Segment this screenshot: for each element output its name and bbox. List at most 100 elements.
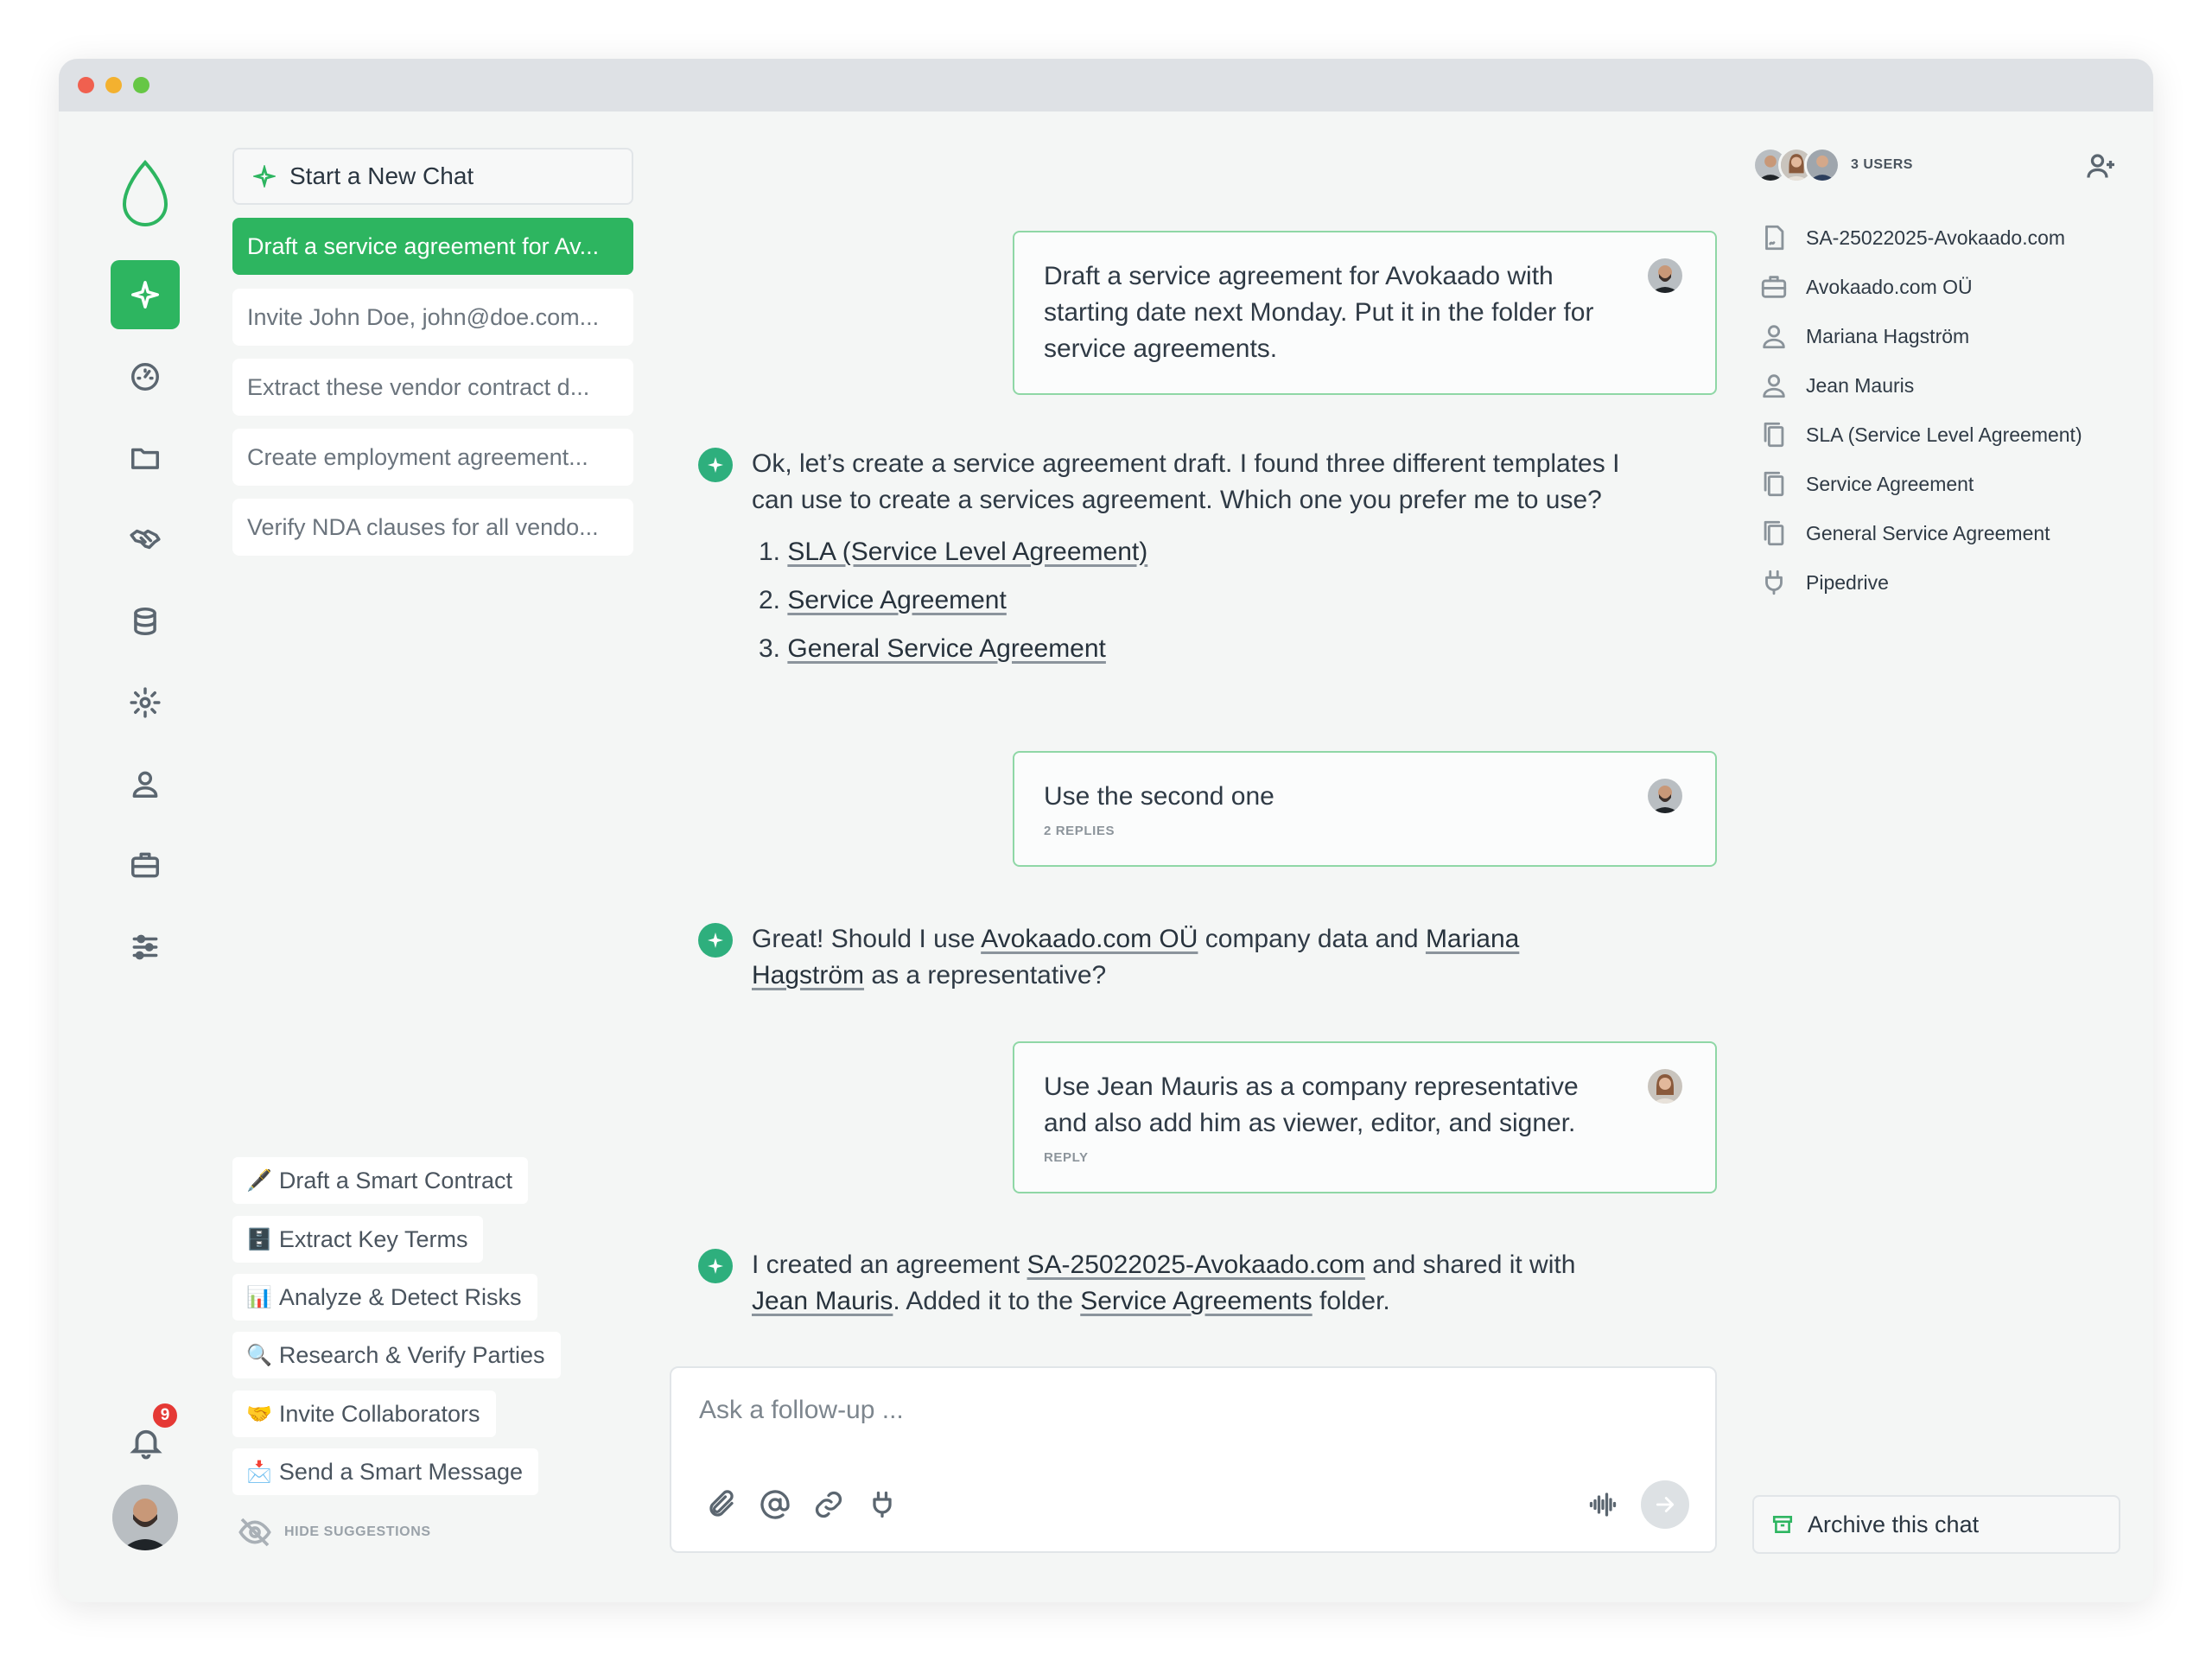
ref-person[interactable]: Mariana Hagström <box>1759 319 1969 353</box>
new-chat-button[interactable]: Start a New Chat <box>232 148 633 205</box>
chat-item[interactable]: Verify NDA clauses for all vendo... <box>232 499 633 556</box>
maximize-window-button[interactable] <box>133 77 149 93</box>
assistant-icon <box>698 448 733 482</box>
template-link-general[interactable]: General Service Agreement <box>787 634 1106 663</box>
sparkle-icon <box>131 281 159 309</box>
app-logo <box>121 159 169 228</box>
message-text: as a representative? <box>864 961 1107 990</box>
add-user-button[interactable] <box>2086 150 2117 181</box>
suggestion-label: Invite Collaborators <box>278 1400 480 1427</box>
message-composer[interactable]: Ask a follow-up ... <box>670 1366 1717 1553</box>
hide-suggestions-button[interactable]: HIDE SUGGESTIONS <box>238 1515 431 1550</box>
chart-icon: 📊 <box>246 1285 272 1309</box>
suggestion-draft-contract[interactable]: 🖋️ Draft a Smart Contract <box>232 1157 528 1204</box>
link-button[interactable] <box>813 1489 844 1520</box>
ref-company[interactable]: Avokaado.com OÜ <box>1759 270 1973 304</box>
integration-button[interactable] <box>867 1489 898 1520</box>
rail-companies[interactable] <box>111 830 180 900</box>
suggestion-extract-terms[interactable]: 🗄️ Extract Key Terms <box>232 1216 484 1263</box>
cabinet-icon: 🗄️ <box>246 1227 272 1251</box>
ref-label: Avokaado.com OÜ <box>1806 275 1973 298</box>
suggestion-label: Extract Key Terms <box>278 1225 468 1252</box>
rail-dashboard[interactable] <box>111 342 180 411</box>
close-window-button[interactable] <box>78 77 94 93</box>
message-text: . Added it to the <box>893 1287 1081 1315</box>
participant-avatar <box>1804 147 1840 183</box>
person-link[interactable]: Jean Mauris <box>752 1287 893 1315</box>
folder-link[interactable]: Service Agreements <box>1080 1287 1312 1315</box>
chat-item[interactable]: Create employment agreement... <box>232 429 633 486</box>
chat-item-title: Verify NDA clauses for all vendo... <box>247 513 599 540</box>
person-icon <box>1763 374 1785 398</box>
agreement-link[interactable]: SA-25022025-Avokaado.com <box>1027 1251 1365 1279</box>
briefcase-icon <box>131 852 159 878</box>
ref-label: SLA (Service Level Agreement) <box>1806 423 2082 446</box>
profile-avatar[interactable] <box>112 1485 178 1550</box>
assistant-message: Ok, let’s create a service agreement dra… <box>698 446 1631 679</box>
copy-icon <box>1764 471 1784 497</box>
template-option: 3. General Service Agreement <box>759 634 1106 663</box>
sliders-icon <box>132 934 158 960</box>
user-plus-icon <box>2087 154 2114 178</box>
send-button[interactable] <box>1641 1480 1689 1529</box>
composer-tools <box>706 1489 898 1520</box>
user-avatar <box>1648 779 1682 813</box>
suggestion-label: Research & Verify Parties <box>278 1341 545 1368</box>
ref-agreement[interactable]: SA-25022025-Avokaado.com <box>1759 220 2065 255</box>
participants[interactable]: 3 USERS <box>1752 147 1913 183</box>
rail-deals[interactable] <box>111 505 180 574</box>
rail-assistant[interactable] <box>111 260 180 329</box>
rail-database[interactable] <box>111 587 180 656</box>
attach-button[interactable] <box>706 1489 737 1520</box>
folder-icon <box>131 448 159 469</box>
minimize-window-button[interactable] <box>105 77 122 93</box>
replies-link[interactable]: 2 REPLIES <box>1044 824 1686 839</box>
settings-icon <box>130 687 161 718</box>
ref-template[interactable]: SLA (Service Level Agreement) <box>1759 417 2082 452</box>
database-icon <box>134 608 156 635</box>
suggestion-label: Draft a Smart Contract <box>278 1167 512 1193</box>
dashboard-icon <box>131 363 159 391</box>
handshake-icon: 🤝 <box>246 1402 272 1426</box>
user-icon <box>132 771 158 798</box>
notifications-button[interactable] <box>128 1424 164 1461</box>
chat-item[interactable]: Extract these vendor contract d... <box>232 359 633 416</box>
rail-integrations[interactable] <box>111 668 180 737</box>
rail-people[interactable] <box>111 749 180 818</box>
ref-label: Pipedrive <box>1806 570 1889 594</box>
ref-template[interactable]: General Service Agreement <box>1759 516 2050 550</box>
ref-label: Mariana Hagström <box>1806 324 1970 347</box>
chat-item-active[interactable]: Draft a service agreement for Av... <box>232 218 633 275</box>
person-icon <box>1763 325 1785 349</box>
ref-person[interactable]: Jean Mauris <box>1759 368 1914 403</box>
message-text: Great! Should I use <box>752 925 982 953</box>
chat-item-title: Draft a service agreement for Av... <box>247 232 600 259</box>
assistant-message: Great! Should I use Avokaado.com OÜ comp… <box>698 921 1631 994</box>
company-link[interactable]: Avokaado.com OÜ <box>981 925 1198 953</box>
chat-item[interactable]: Invite John Doe, john@doe.com... <box>232 289 633 346</box>
ref-integration[interactable]: Pipedrive <box>1759 565 1889 600</box>
document-icon <box>1765 225 1784 251</box>
eye-off-icon <box>238 1518 271 1547</box>
mention-button[interactable] <box>760 1489 791 1520</box>
ref-label: Jean Mauris <box>1806 373 1915 397</box>
rail-preferences[interactable] <box>111 913 180 982</box>
ref-template[interactable]: Service Agreement <box>1759 467 1974 501</box>
bell-icon <box>130 1429 162 1460</box>
archive-icon <box>1772 1516 1793 1533</box>
at-sign-icon <box>760 1490 790 1519</box>
suggestion-analyze-risks[interactable]: 📊 Analyze & Detect Risks <box>232 1274 537 1321</box>
template-option: 1. SLA (Service Level Agreement) <box>759 538 1148 566</box>
suggestion-research-parties[interactable]: 🔍 Research & Verify Parties <box>232 1332 561 1378</box>
rail-folders[interactable] <box>111 423 180 493</box>
reply-link[interactable]: REPLY <box>1044 1150 1686 1166</box>
voice-input-icon[interactable] <box>1587 1489 1618 1520</box>
message-text: Draft a service agreement for Avokaado w… <box>1044 262 1594 363</box>
template-link-service-agreement[interactable]: Service Agreement <box>787 586 1006 614</box>
suggestion-send-message[interactable]: 📩 Send a Smart Message <box>232 1448 539 1495</box>
ref-label: SA-25022025-Avokaado.com <box>1806 226 2066 249</box>
template-link-sla[interactable]: SLA (Service Level Agreement) <box>787 538 1147 566</box>
composer-input[interactable]: Ask a follow-up ... <box>699 1396 904 1425</box>
archive-chat-button[interactable]: Archive this chat <box>1752 1495 2120 1554</box>
suggestion-invite-collaborators[interactable]: 🤝 Invite Collaborators <box>232 1391 496 1437</box>
